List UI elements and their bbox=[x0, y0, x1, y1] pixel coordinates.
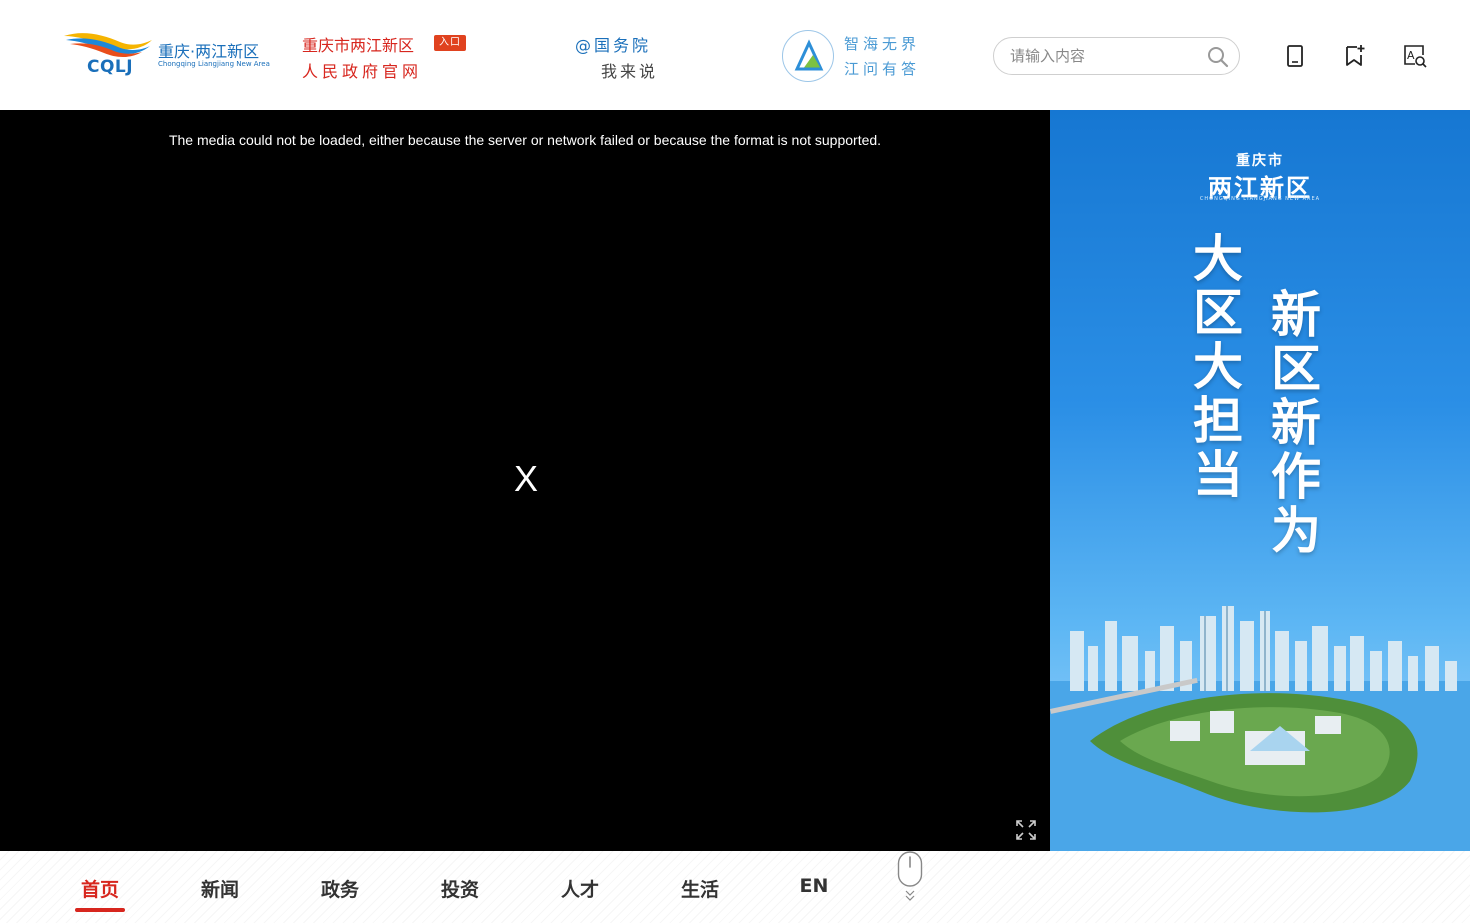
state-council-subtitle: 我来说 bbox=[601, 62, 659, 81]
bookmark-add-icon[interactable] bbox=[1343, 44, 1367, 68]
entry-badge: 入口 bbox=[434, 35, 466, 51]
qa-subtitle: 江问有答 bbox=[844, 60, 921, 78]
logo-name-cn: 重庆·两江新区 bbox=[158, 42, 260, 61]
site-logo[interactable]: CQLJ 重庆·两江新区 Chongqing Liangjiang New Ar… bbox=[62, 28, 274, 78]
smart-qa-link[interactable]: 智海无界 江问有答 bbox=[782, 30, 942, 84]
nav-item-investment[interactable]: 投资 bbox=[439, 875, 481, 901]
accessibility-icon[interactable]: A bbox=[1403, 44, 1427, 68]
poster-slogan-left: 大区大担当 bbox=[1193, 229, 1243, 504]
logo-abbr: CQLJ bbox=[87, 57, 134, 77]
poster-en-title: CHONGQING LIANGJIANG NEW AREA bbox=[1199, 196, 1321, 202]
site-header: CQLJ 重庆·两江新区 Chongqing Liangjiang New Ar… bbox=[0, 0, 1470, 110]
nav-item-life[interactable]: 生活 bbox=[679, 875, 721, 901]
video-player[interactable]: The media could not be loaded, either be… bbox=[0, 110, 1050, 851]
svg-text:A: A bbox=[1407, 49, 1415, 62]
poster-small-title: 重庆市 bbox=[1236, 153, 1284, 169]
nav-active-underline bbox=[75, 908, 125, 912]
state-council-title: @国务院 bbox=[575, 36, 652, 55]
gov-portal-title: 重庆市两江新区 bbox=[302, 36, 415, 55]
search-box bbox=[993, 37, 1240, 75]
mouse-scroll-icon[interactable] bbox=[897, 851, 923, 903]
nav-item-home[interactable]: 首页 bbox=[79, 875, 121, 901]
expand-icon[interactable] bbox=[1015, 819, 1037, 841]
nav-item-talent[interactable]: 人才 bbox=[559, 875, 601, 901]
gov-portal-subtitle: 人民政府官网 bbox=[302, 62, 423, 81]
video-close-button[interactable]: X bbox=[508, 457, 544, 501]
qa-title: 智海无界 bbox=[844, 35, 921, 53]
search-input[interactable] bbox=[1010, 46, 1200, 66]
qa-logo-icon bbox=[782, 30, 834, 82]
nav-item-affairs[interactable]: 政务 bbox=[319, 875, 361, 901]
poster-slogan-right: 新区新作为 bbox=[1271, 285, 1321, 560]
city-skyline-image bbox=[1050, 606, 1470, 851]
search-icon[interactable] bbox=[1207, 46, 1229, 68]
mobile-icon[interactable] bbox=[1283, 44, 1307, 68]
nav-item-news[interactable]: 新闻 bbox=[199, 875, 241, 901]
main-nav: 首页 新闻 政务 投资 人才 生活 EN bbox=[0, 851, 1470, 923]
nav-item-english[interactable]: EN bbox=[799, 875, 829, 901]
gov-portal-link[interactable]: 重庆市两江新区 入口 人民政府官网 bbox=[302, 32, 477, 82]
state-council-link[interactable]: @国务院 我来说 bbox=[575, 32, 675, 82]
video-error-message: The media could not be loaded, either be… bbox=[168, 132, 882, 148]
promo-poster[interactable]: 重庆市 两江新区 CHONGQING LIANGJIANG NEW AREA 大… bbox=[1050, 110, 1470, 851]
logo-name-en: Chongqing Liangjiang New Area bbox=[158, 60, 270, 68]
